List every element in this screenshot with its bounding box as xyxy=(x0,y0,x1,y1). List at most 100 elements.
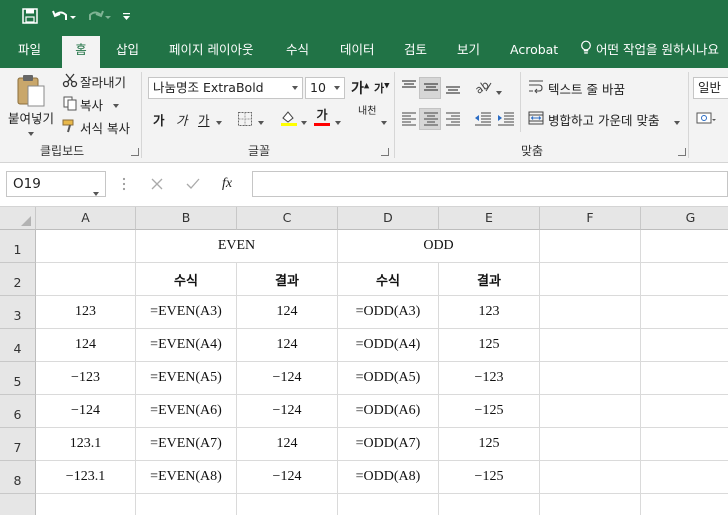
cell-e2[interactable]: 결과 xyxy=(439,263,540,296)
format-painter-button[interactable]: 서식 복사 xyxy=(80,118,130,137)
align-right-icon[interactable] xyxy=(445,112,461,129)
column-header-d[interactable]: D xyxy=(338,207,439,230)
orientation-icon[interactable]: ab xyxy=(473,77,494,98)
align-bottom-icon[interactable] xyxy=(445,81,461,98)
cell-b6[interactable]: =EVEN(A6) xyxy=(136,395,237,428)
cell-b5[interactable]: =EVEN(A5) xyxy=(136,362,237,395)
column-header-e[interactable]: E xyxy=(439,207,540,230)
save-icon[interactable] xyxy=(22,8,38,28)
font-color-button[interactable]: 가 xyxy=(313,108,331,126)
cell-g8[interactable] xyxy=(641,461,728,494)
cell-f2[interactable] xyxy=(540,263,641,296)
cell-d7[interactable]: =ODD(A7) xyxy=(338,428,439,461)
font-color-dropdown-icon[interactable] xyxy=(335,115,341,129)
phonetic-guide-button[interactable]: 내천 xyxy=(358,106,376,117)
column-header-c[interactable]: C xyxy=(237,207,338,230)
format-painter-icon[interactable] xyxy=(62,118,78,137)
row-header-2[interactable]: 2 xyxy=(0,263,36,296)
cell-e9[interactable] xyxy=(439,494,540,515)
cell-c2[interactable]: 결과 xyxy=(237,263,338,296)
font-size-combo[interactable]: 10 xyxy=(305,77,345,99)
cell-e8[interactable]: −125 xyxy=(439,461,540,494)
paste-button[interactable]: 붙여넣기 xyxy=(8,108,54,127)
copy-button[interactable]: 복사 xyxy=(80,95,103,114)
cell-e7[interactable]: 125 xyxy=(439,428,540,461)
grow-font-button[interactable]: 가▲ xyxy=(351,78,369,98)
align-middle-icon[interactable] xyxy=(423,81,439,98)
tab-acrobat[interactable]: Acrobat xyxy=(510,36,558,68)
cell-f4[interactable] xyxy=(540,329,641,362)
wrap-text-icon[interactable] xyxy=(528,79,544,98)
cell-a8[interactable]: −123.1 xyxy=(36,461,136,494)
align-top-icon[interactable] xyxy=(401,80,417,97)
cell-b1-c1-merged[interactable]: EVEN xyxy=(136,230,338,263)
cell-b7[interactable]: =EVEN(A7) xyxy=(136,428,237,461)
cell-c8[interactable]: −124 xyxy=(237,461,338,494)
row-header-8[interactable]: 8 xyxy=(0,461,36,494)
tab-page-layout[interactable]: 페이지 레이아웃 xyxy=(169,36,253,68)
merge-center-icon[interactable] xyxy=(528,110,544,129)
cell-f1[interactable] xyxy=(540,230,641,263)
border-dropdown-icon[interactable] xyxy=(258,115,264,129)
tell-me-box[interactable]: 어떤 작업을 원하시나요 xyxy=(580,36,719,68)
row-header-6[interactable]: 6 xyxy=(0,395,36,428)
fill-color-icon[interactable] xyxy=(280,109,298,130)
increase-indent-icon[interactable] xyxy=(497,112,515,129)
cell-d3[interactable]: =ODD(A3) xyxy=(338,296,439,329)
cell-c4[interactable]: 124 xyxy=(237,329,338,362)
italic-button[interactable]: 가 xyxy=(176,110,188,129)
cell-a2[interactable] xyxy=(36,263,136,296)
clipboard-dialog-launcher[interactable] xyxy=(131,148,139,156)
cell-c5[interactable]: −124 xyxy=(237,362,338,395)
redo-icon[interactable] xyxy=(86,8,112,28)
formula-input[interactable] xyxy=(252,171,728,197)
cell-d8[interactable]: =ODD(A8) xyxy=(338,461,439,494)
cancel-icon[interactable] xyxy=(151,178,163,193)
cell-d4[interactable]: =ODD(A4) xyxy=(338,329,439,362)
wrap-text-button[interactable]: 텍스트 줄 바꿈 xyxy=(548,79,625,98)
tab-insert[interactable]: 삽입 xyxy=(116,36,139,68)
align-center-icon[interactable] xyxy=(423,112,439,129)
accounting-format-icon[interactable] xyxy=(696,110,716,129)
tab-home[interactable]: 홈 xyxy=(62,36,100,68)
copy-icon[interactable] xyxy=(62,95,78,114)
cell-a5[interactable]: −123 xyxy=(36,362,136,395)
insert-function-button[interactable]: fx xyxy=(222,176,232,192)
merge-center-button[interactable]: 병합하고 가운데 맞춤 xyxy=(548,110,659,129)
cell-g5[interactable] xyxy=(641,362,728,395)
column-header-b[interactable]: B xyxy=(136,207,237,230)
cell-e5[interactable]: −123 xyxy=(439,362,540,395)
cell-g1[interactable] xyxy=(641,230,728,263)
cell-d1-e1-merged[interactable]: ODD xyxy=(338,230,540,263)
cell-f3[interactable] xyxy=(540,296,641,329)
font-name-combo[interactable]: 나눔명조 ExtraBold xyxy=(148,77,303,99)
undo-icon[interactable] xyxy=(51,8,77,28)
cell-g7[interactable] xyxy=(641,428,728,461)
cell-b4[interactable]: =EVEN(A4) xyxy=(136,329,237,362)
cell-g4[interactable] xyxy=(641,329,728,362)
cut-button[interactable]: 잘라내기 xyxy=(80,72,126,91)
cell-e4[interactable]: 125 xyxy=(439,329,540,362)
font-dialog-launcher[interactable] xyxy=(381,148,389,156)
tab-formulas[interactable]: 수식 xyxy=(286,36,309,68)
row-header-3[interactable]: 3 xyxy=(0,296,36,329)
orientation-dropdown-icon[interactable] xyxy=(496,85,502,99)
border-icon[interactable] xyxy=(237,111,253,130)
cell-a1[interactable] xyxy=(36,230,136,263)
tab-file[interactable]: 파일 xyxy=(18,36,41,68)
decrease-indent-icon[interactable] xyxy=(474,112,492,129)
cell-c9[interactable] xyxy=(237,494,338,515)
cell-f5[interactable] xyxy=(540,362,641,395)
cell-g9[interactable] xyxy=(641,494,728,515)
fill-color-dropdown-icon[interactable] xyxy=(301,115,307,129)
bold-button[interactable]: 가 xyxy=(153,110,165,129)
cell-c3[interactable]: 124 xyxy=(237,296,338,329)
column-header-g[interactable]: G xyxy=(641,207,728,230)
underline-button[interactable]: 가 xyxy=(198,110,210,129)
cut-icon[interactable] xyxy=(62,72,78,91)
select-all-corner[interactable] xyxy=(0,207,36,230)
cell-a4[interactable]: 124 xyxy=(36,329,136,362)
cell-f9[interactable] xyxy=(540,494,641,515)
merge-dropdown-icon[interactable] xyxy=(674,115,680,129)
tab-view[interactable]: 보기 xyxy=(457,36,480,68)
